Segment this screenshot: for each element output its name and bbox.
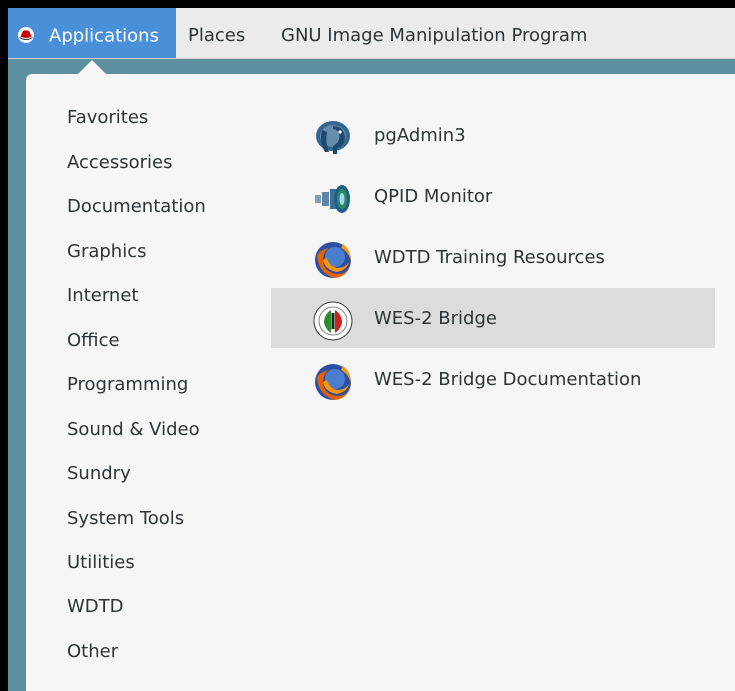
app-item-wes2-bridge[interactable]: WES-2 Bridge: [271, 288, 715, 348]
menu-pointer-arrow: [78, 60, 106, 74]
active-app-menu[interactable]: GNU Image Manipulation Program: [281, 8, 587, 58]
redhat-logo-icon: [18, 26, 34, 43]
category-documentation[interactable]: Documentation: [67, 196, 206, 217]
applications-menu-button[interactable]: Applications: [8, 8, 176, 58]
app-item-wdtd-training-resources[interactable]: WDTD Training Resources: [271, 227, 715, 287]
applications-menu-panel: Favorites Accessories Documentation Grap…: [26, 74, 735, 691]
category-programming[interactable]: Programming: [67, 374, 188, 395]
category-system-tools[interactable]: System Tools: [67, 508, 184, 529]
category-favorites[interactable]: Favorites: [67, 107, 148, 128]
app-label: QPID Monitor: [374, 186, 493, 207]
category-office[interactable]: Office: [67, 330, 120, 351]
category-graphics[interactable]: Graphics: [67, 241, 147, 262]
qpid-monitor-icon: [315, 185, 350, 213]
category-accessories[interactable]: Accessories: [67, 152, 173, 173]
app-label: WES-2 Bridge: [374, 308, 497, 329]
firefox-icon: [315, 364, 351, 400]
category-internet[interactable]: Internet: [67, 285, 138, 306]
top-bar: Applications Places GNU Image Manipulati…: [8, 8, 735, 59]
category-other[interactable]: Other: [67, 641, 118, 662]
app-label: pgAdmin3: [374, 125, 466, 146]
category-utilities[interactable]: Utilities: [67, 552, 135, 573]
screen: Applications Places GNU Image Manipulati…: [8, 8, 735, 691]
app-item-pgadmin3[interactable]: pgAdmin3: [271, 105, 715, 165]
places-menu-button[interactable]: Places: [188, 8, 245, 58]
firefox-icon: [315, 242, 351, 278]
app-item-wes2-bridge-documentation[interactable]: WES-2 Bridge Documentation: [271, 349, 715, 409]
app-item-qpid-monitor[interactable]: QPID Monitor: [271, 166, 715, 226]
category-sundry[interactable]: Sundry: [67, 463, 131, 484]
wes2-bridge-icon: [313, 301, 353, 341]
app-label: WES-2 Bridge Documentation: [374, 369, 642, 390]
applications-label: Applications: [49, 25, 159, 47]
app-label: WDTD Training Resources: [374, 247, 605, 268]
elephant-icon: [316, 121, 350, 154]
category-wdtd[interactable]: WDTD: [67, 596, 124, 617]
category-sound-video[interactable]: Sound & Video: [67, 419, 200, 440]
